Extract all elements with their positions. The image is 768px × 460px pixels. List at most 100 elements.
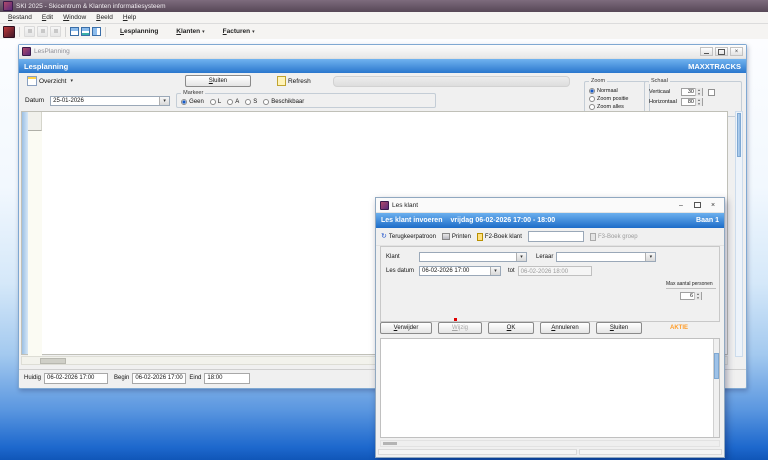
redo-icon[interactable]: [37, 26, 48, 37]
dialog-toolbar: ↻ Terugkeerpatroon Printen F2-Boek klant…: [376, 228, 724, 246]
horizontaal-spinner[interactable]: 80 ▴▾: [681, 98, 703, 106]
tile-horizontal-icon[interactable]: [81, 27, 90, 36]
printen-button[interactable]: Printen: [442, 233, 471, 240]
refresh-label: Refresh: [288, 78, 311, 85]
markeer-beschikbaar[interactable]: Beschikbaar: [263, 99, 304, 105]
menu-help[interactable]: Help: [118, 13, 141, 22]
scrollbar-thumb[interactable]: [40, 358, 66, 364]
datum-combobox[interactable]: 25-01-2026 ▾: [50, 96, 170, 106]
verticaal-label: Verticaal: [649, 89, 679, 95]
max-personen-spinner[interactable]: 6 ▴▾: [680, 292, 702, 300]
maximize-button[interactable]: [690, 200, 704, 211]
markeer-l[interactable]: L: [210, 99, 221, 105]
menu-bestand[interactable]: Bestand: [3, 13, 37, 22]
annuleren-button[interactable]: Annuleren: [540, 322, 590, 334]
main-toolbar-buttons: Lesplanning Klanten▾ Facturen▾: [116, 27, 259, 36]
wijzig-button[interactable]: Wijzig: [438, 322, 482, 334]
begin-label: Begin: [114, 375, 129, 381]
verticaal-spinner[interactable]: 30 ▴▾: [681, 88, 703, 96]
app-toolbar-icon[interactable]: [3, 26, 15, 38]
klant-label: Klant: [386, 254, 416, 260]
datum-label: Datum: [25, 97, 44, 104]
zoom-zoom-positie[interactable]: Zoom positie: [589, 95, 645, 102]
scrollbar-thumb[interactable]: [383, 442, 397, 445]
sluiten-button[interactable]: Sluiten: [185, 75, 251, 87]
max-personen-label: Max aantal personen: [666, 281, 716, 289]
aktie-status-label: AKTIE: [670, 325, 688, 331]
toolbar-button-lesplanning[interactable]: Lesplanning: [116, 27, 162, 36]
leraar-combobox[interactable]: ▾: [556, 252, 656, 262]
radio-label: S: [253, 99, 257, 105]
menu-edit[interactable]: Edit: [37, 13, 58, 22]
eind-label: Eind: [189, 375, 201, 381]
table-vertical-scrollbar[interactable]: [713, 339, 719, 437]
refresh-button[interactable]: Refresh: [273, 74, 315, 88]
menu-beeld[interactable]: Beeld: [91, 13, 118, 22]
toolbar-button-facturen[interactable]: Facturen▾: [219, 27, 259, 36]
copy-icon[interactable]: [50, 26, 61, 37]
dialog-window-buttons: – ×: [674, 200, 720, 211]
zoom-label: Zoom: [589, 78, 607, 84]
spin-down-icon[interactable]: ▾: [695, 296, 701, 300]
chevron-down-icon: ▾: [70, 78, 73, 84]
markeer-a[interactable]: A: [227, 99, 239, 105]
horizontaal-label: Horizontaal: [649, 99, 679, 105]
refresh-icon: [277, 76, 286, 86]
schaal-checkbox[interactable]: [708, 89, 715, 96]
restore-button[interactable]: [715, 47, 728, 56]
scrollbar-thumb[interactable]: [714, 353, 719, 379]
close-button[interactable]: ×: [730, 47, 743, 56]
application-window: SKI 2025 - Skicentrum & Klanten informat…: [0, 0, 768, 460]
menu-window[interactable]: Window: [58, 13, 91, 22]
radio-label: Beschikbaar: [271, 99, 304, 105]
radio-icon: [245, 99, 251, 105]
sluiten-button[interactable]: Sluiten: [596, 322, 642, 334]
planner-window-title: LesPlanning: [34, 48, 70, 55]
chevron-down-icon[interactable]: ▾: [490, 267, 500, 275]
markeer-s[interactable]: S: [245, 99, 257, 105]
zoom-zoom-alles[interactable]: Zoom alles: [589, 103, 645, 110]
toolbar-button-klanten[interactable]: Klanten▾: [172, 27, 208, 36]
begin-field[interactable]: 06-02-2026 17:00: [132, 373, 186, 384]
radio-icon: [227, 99, 233, 105]
close-button[interactable]: ×: [706, 200, 720, 211]
terugkeerpatroon-button[interactable]: ↻ Terugkeerpatroon: [381, 233, 436, 241]
radio-label: Normaal: [597, 88, 618, 94]
ok-button[interactable]: OK: [488, 322, 534, 334]
vertical-scrollbar[interactable]: [735, 111, 743, 357]
undo-icon[interactable]: [24, 26, 35, 37]
eind-field[interactable]: 18:00: [204, 373, 250, 384]
f3-boek-groep-button[interactable]: F3-Boek groep: [590, 233, 638, 241]
lesdatum-combobox[interactable]: 06-02-2026 17:00 ▾: [419, 266, 501, 276]
minimize-button[interactable]: [700, 47, 713, 56]
lesdatum-label: Les datum: [386, 268, 416, 274]
huidig-field[interactable]: 06-02-2026 17:00: [44, 373, 108, 384]
scrollbar-thumb[interactable]: [737, 113, 741, 157]
markeer-geen[interactable]: Geen: [181, 99, 204, 105]
chevron-down-icon[interactable]: ▾: [645, 253, 655, 261]
dialog-buttons: Verwijder Wijzig OK Annuleren Sluiten AK…: [380, 322, 720, 334]
chevron-down-icon: ▾: [202, 29, 205, 35]
overzicht-button[interactable]: Overzicht ▾: [23, 74, 77, 88]
spin-down-icon[interactable]: ▾: [696, 102, 702, 106]
boek-klant-input[interactable]: [528, 231, 584, 242]
cascade-windows-icon[interactable]: [70, 27, 79, 36]
dialog-titlebar: Les klant – ×: [376, 198, 724, 213]
planner-window-buttons: ×: [700, 47, 743, 56]
table-horizontal-scrollbar[interactable]: [380, 440, 720, 447]
tile-vertical-icon[interactable]: [92, 27, 101, 36]
chevron-down-icon[interactable]: ▾: [516, 253, 526, 261]
datum-value: 25-01-2026: [51, 98, 159, 104]
chevron-down-icon[interactable]: ▾: [159, 97, 169, 105]
klant-combobox[interactable]: ▾: [419, 252, 527, 262]
radio-label: A: [235, 99, 239, 105]
spin-down-icon[interactable]: ▾: [696, 92, 702, 96]
radio-label: Geen: [189, 99, 204, 105]
minimize-button[interactable]: –: [674, 200, 688, 211]
f2-boek-klant-button[interactable]: F2-Boek klant: [477, 233, 522, 241]
radio-icon: [589, 104, 595, 110]
dialog-header: Les klant invoeren vrijdag 06-02-2026 17…: [376, 213, 724, 228]
verwijder-button[interactable]: Verwijder: [380, 322, 432, 334]
zoom-normaal[interactable]: Normaal: [589, 87, 645, 94]
dialog-window-icon: [380, 201, 389, 210]
